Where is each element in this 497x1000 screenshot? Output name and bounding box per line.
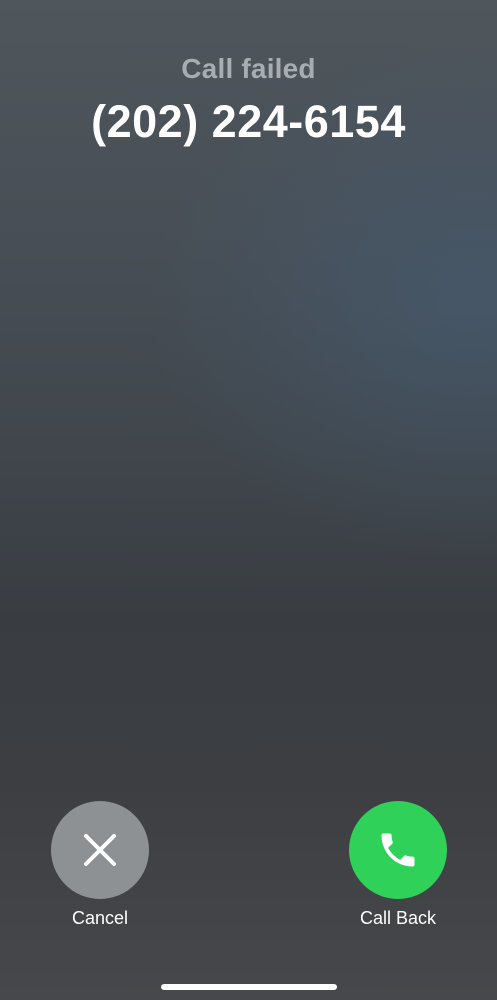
call-back-action: Call Back xyxy=(328,801,468,931)
home-indicator[interactable] xyxy=(161,984,337,990)
call-failed-screen: Call failed (202) 224-6154 Cancel Call B… xyxy=(0,0,497,1000)
cancel-action: Cancel xyxy=(30,801,170,931)
phone-number: (202) 224-6154 xyxy=(91,96,406,147)
close-icon xyxy=(84,834,116,866)
call-back-button[interactable] xyxy=(349,801,447,899)
phone-icon xyxy=(381,833,415,867)
cancel-button[interactable] xyxy=(51,801,149,899)
cancel-label: Cancel xyxy=(71,908,129,928)
call-status-text: Call failed xyxy=(181,53,316,84)
call-back-label: Call Back xyxy=(359,908,437,928)
